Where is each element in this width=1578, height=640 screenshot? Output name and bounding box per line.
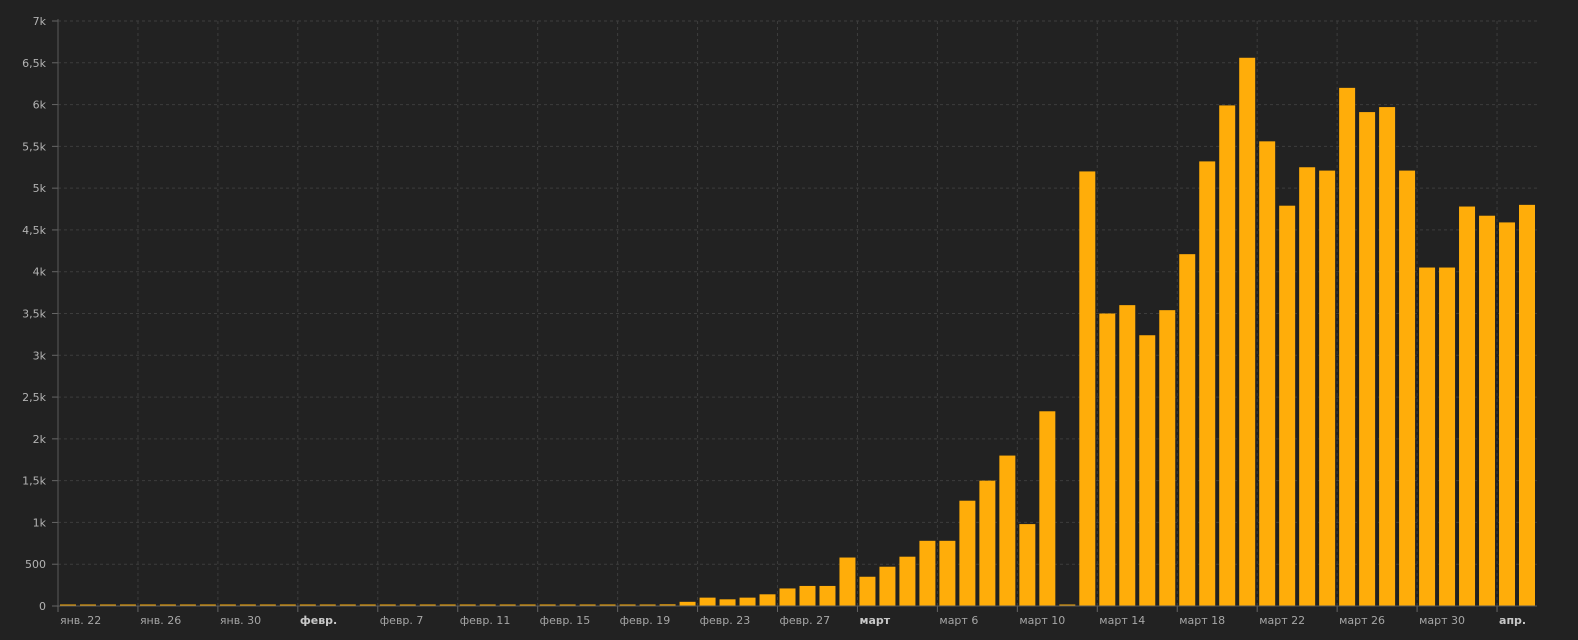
bar [1219, 105, 1236, 606]
bar [1479, 215, 1496, 606]
x-tick-label: март 30 [1419, 614, 1465, 627]
bar [1359, 112, 1376, 606]
bar [919, 540, 936, 606]
y-tick-label: 500 [25, 558, 46, 571]
bar [1279, 205, 1296, 606]
bar [699, 597, 716, 606]
bar [799, 585, 816, 606]
bar [1139, 335, 1156, 606]
bar [939, 540, 956, 606]
bar [1379, 107, 1396, 606]
bar [1079, 171, 1096, 606]
y-tick-label: 4,5k [22, 224, 46, 237]
bar [1199, 161, 1216, 606]
bar [1259, 141, 1276, 606]
bar [1019, 524, 1036, 606]
y-tick-label: 2,5k [22, 391, 46, 404]
bar [1439, 267, 1456, 606]
y-tick-label: 1,5k [22, 475, 46, 488]
x-tick-label: март 10 [1019, 614, 1065, 627]
bar [1099, 313, 1116, 606]
bar [1339, 87, 1356, 607]
bar [1179, 254, 1196, 606]
bar [839, 557, 856, 606]
x-tick-label: янв. 26 [140, 614, 181, 627]
x-tick-label: февр. 23 [700, 614, 751, 627]
y-tick-label: 0 [39, 600, 46, 613]
y-tick-label: 7k [33, 15, 47, 28]
bar [1519, 204, 1535, 607]
x-tick-label: февр. 19 [620, 614, 671, 627]
y-tick-label: 5k [33, 182, 47, 195]
x-tick-label: март 14 [1099, 614, 1145, 627]
bar [979, 480, 996, 606]
bar [1399, 170, 1416, 606]
x-tick-label: янв. 30 [220, 614, 261, 627]
bars [60, 57, 1535, 607]
bar [1239, 57, 1256, 606]
y-tick-label: 3k [33, 349, 47, 362]
x-tick-label: февр. 7 [380, 614, 424, 627]
bar [1419, 267, 1436, 606]
x-tick-label: февр. 11 [460, 614, 511, 627]
bar [1119, 305, 1136, 606]
y-tick-label: 3,5k [22, 308, 46, 321]
bar [1039, 411, 1056, 606]
bar-chart: 0 500 1k 1,5k 2k 2,5k 3k 3,5k 4k 4,5k 5k 5,5k 6k 6,5k… [22, 15, 1537, 627]
x-axis-tick-labels: янв. 22 янв. 26 янв. 30 февр. февр. 7 февр. 1… [60, 614, 1526, 627]
x-tick-label: март 18 [1179, 614, 1225, 627]
bar [859, 576, 876, 606]
bar [819, 585, 836, 606]
y-tick-label: 4k [33, 266, 47, 279]
y-tick-label: 5,5k [22, 140, 46, 153]
bar [899, 556, 916, 606]
bar [719, 599, 736, 606]
bar [879, 566, 896, 606]
x-tick-label: март [859, 614, 890, 627]
x-tick-label: февр. [300, 614, 337, 627]
x-tick-label: февр. 15 [540, 614, 591, 627]
y-tick-label: 1k [33, 516, 47, 529]
bar [1299, 167, 1316, 606]
bar [1319, 170, 1336, 606]
x-tick-label: март 22 [1259, 614, 1305, 627]
x-tick-label: март 6 [939, 614, 978, 627]
x-tick-label: март 26 [1339, 614, 1385, 627]
bar [779, 588, 796, 606]
bar [1459, 206, 1476, 606]
x-tick-label: апр. [1499, 614, 1526, 627]
bar [739, 597, 756, 606]
y-tick-label: 2k [33, 433, 47, 446]
y-tick-label: 6k [33, 99, 47, 112]
bar [679, 601, 696, 606]
bar [1159, 310, 1176, 606]
bar [759, 594, 776, 606]
y-axis-tick-labels: 0 500 1k 1,5k 2k 2,5k 3k 3,5k 4k 4,5k 5k 5,5k 6k 6,5k… [22, 15, 46, 613]
x-tick-label: янв. 22 [60, 614, 101, 627]
x-tick-label: февр. 27 [780, 614, 831, 627]
bar [1499, 222, 1516, 606]
bar [999, 455, 1016, 606]
bar [959, 500, 976, 606]
y-tick-label: 6,5k [22, 57, 46, 70]
